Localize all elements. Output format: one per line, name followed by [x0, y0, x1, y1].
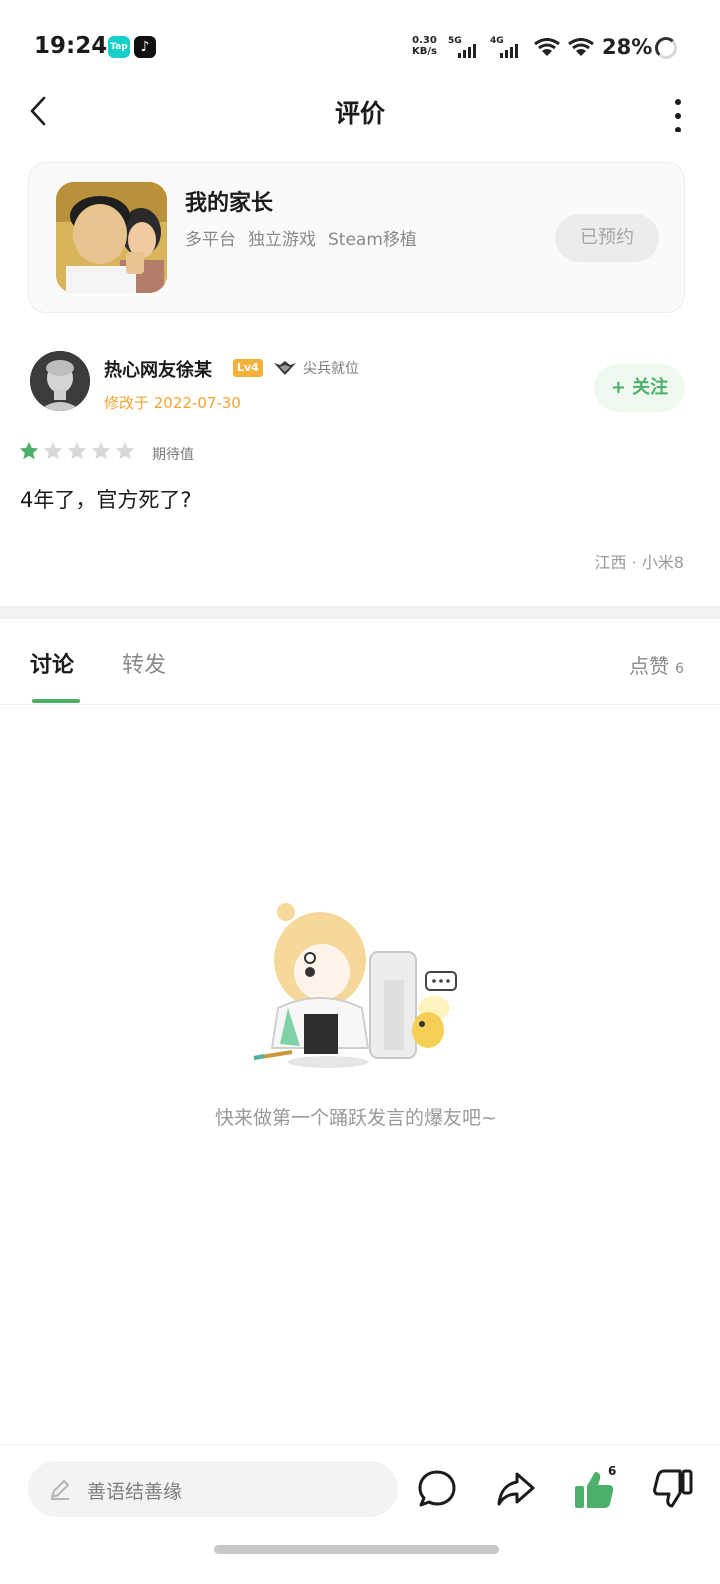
reviewer-name[interactable]: 热心网友徐某: [104, 356, 212, 382]
game-tag[interactable]: 多平台: [185, 225, 236, 250]
active-tab-indicator: [32, 699, 80, 703]
vertical-dots-icon[interactable]: [664, 92, 692, 132]
tab-repost[interactable]: 转发: [122, 647, 166, 679]
battery-percent: 28%: [602, 35, 653, 59]
bottom-bar-divider: [0, 1444, 720, 1445]
game-title[interactable]: 我的家长: [185, 185, 273, 217]
star-empty-icon: [91, 441, 111, 460]
like-count: 6: [608, 1464, 617, 1478]
game-tag[interactable]: Steam移植: [328, 225, 417, 250]
tabs-divider: [0, 704, 720, 705]
user-avatar-image: [30, 351, 90, 411]
star-empty-icon: [67, 441, 87, 460]
likes-tab[interactable]: 点赞 6: [629, 650, 684, 679]
thumbs-down-icon[interactable]: [652, 1468, 694, 1510]
review-location-device: 江西 · 小米8: [594, 553, 684, 572]
game-card[interactable]: 我的家长 多平台 独立游戏 Steam移植 已预约: [28, 162, 685, 313]
rating-label: 期待值: [152, 447, 194, 463]
wifi-icon: [568, 38, 594, 56]
star-empty-icon: [43, 441, 63, 460]
star-filled-icon: [19, 441, 39, 460]
rank-label: 尖兵就位: [303, 361, 359, 377]
network-speed: 0.30 KB/s: [412, 35, 437, 57]
signal-bars-icon: [458, 44, 476, 58]
game-cover-image[interactable]: [56, 182, 167, 293]
star-rating: [18, 440, 136, 462]
tab-discussion[interactable]: 讨论: [30, 647, 74, 679]
empty-state-illustration: [253, 903, 457, 1068]
rank-wings-icon: [274, 361, 296, 375]
game-tags: 多平台 独立游戏 Steam移植: [185, 225, 417, 250]
likes-label: 点赞: [629, 654, 670, 678]
status-bar: 19:24 Tap ♪ 0.30 KB/s 5G 4G 28%: [0, 0, 720, 96]
avatar[interactable]: [30, 351, 90, 411]
review-text: 4年了，官方死了?: [20, 488, 192, 512]
star-empty-icon: [115, 441, 135, 460]
section-divider: [0, 606, 720, 619]
game-tag[interactable]: 独立游戏: [248, 225, 316, 250]
battery-icon: [655, 37, 677, 59]
status-time: 19:24: [34, 33, 108, 59]
level-badge: Lv4: [233, 359, 263, 377]
pen-icon: [51, 1480, 69, 1500]
share-icon[interactable]: [495, 1468, 537, 1510]
top-nav-bar: 评价: [0, 86, 720, 136]
game-cover-art: [56, 182, 167, 293]
taptap-app-icon: Tap: [108, 36, 130, 58]
wifi-icon: [534, 38, 560, 56]
signal-bars-icon: [500, 44, 518, 58]
comment-placeholder: 善语结善缘: [87, 1481, 183, 1503]
comment-icon[interactable]: [416, 1468, 458, 1510]
page-title: 评价: [334, 99, 385, 128]
tiktok-app-icon: ♪: [134, 36, 156, 58]
modified-date: 修改于 2022-07-30: [104, 394, 241, 412]
comment-input[interactable]: 善语结善缘: [28, 1461, 398, 1517]
reserved-button[interactable]: 已预约: [555, 214, 659, 262]
follow-button[interactable]: + 关注: [594, 364, 685, 412]
empty-state-message: 快来做第一个踊跃发言的爆友吧~: [215, 1107, 497, 1129]
likes-count: 6: [675, 661, 684, 677]
home-indicator[interactable]: [214, 1545, 499, 1554]
